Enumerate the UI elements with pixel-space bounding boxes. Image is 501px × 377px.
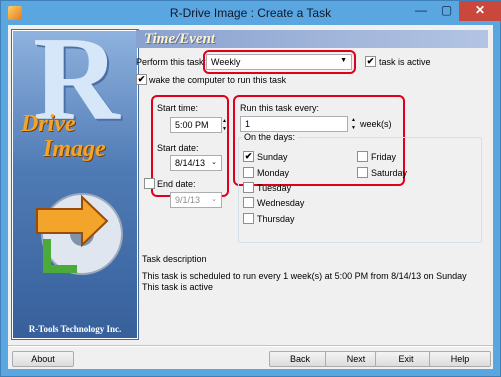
day-label-friday: Friday (371, 152, 397, 162)
description-title: Task description (142, 254, 207, 264)
start-time-label: Start time: (157, 103, 199, 113)
task-wizard-window: R-Drive Image : Create a Task — ▢ ✕ R Dr… (0, 0, 501, 377)
task-active-checkbox[interactable]: ✔ (365, 56, 376, 67)
start-date-label: Start date: (157, 143, 199, 153)
repeat-unit: week(s) (360, 119, 392, 129)
brand-line1: Drive (21, 111, 76, 137)
start-time-value: 5:00 PM (175, 120, 209, 130)
footer-divider (8, 345, 493, 347)
day-checkbox-sunday[interactable]: ✔ (243, 151, 254, 162)
wake-computer-checkbox[interactable]: ✔ (136, 74, 147, 85)
repeat-interval-spinner[interactable]: ▲ ▼ (349, 116, 358, 132)
day-checkbox-thursday[interactable] (243, 213, 254, 224)
day-label-monday: Monday (257, 168, 290, 178)
start-date-picker[interactable]: 8/14/13 ⌄ (170, 155, 222, 171)
wizard-client-area: R Drive Image R-Tools Technology Inc. Ti… (8, 25, 493, 369)
exit-button[interactable]: Exit (375, 351, 437, 367)
day-checkbox-monday[interactable] (243, 167, 254, 178)
maximize-button[interactable]: ▢ (434, 1, 459, 21)
task-description-box: Task description This task is scheduled … (142, 254, 483, 334)
day-label-tuesday: Tuesday (257, 183, 292, 193)
chevron-down-icon: ⌄ (211, 159, 217, 166)
end-date-label: End date: (157, 179, 196, 189)
section-title: Time/Event (144, 31, 216, 47)
repeat-interval-value: 1 (245, 119, 251, 129)
description-line1: This task is scheduled to run every 1 we… (142, 271, 467, 281)
back-button[interactable]: Back (269, 351, 331, 367)
end-date-checkbox[interactable] (144, 178, 155, 189)
branding-panel: R Drive Image R-Tools Technology Inc. (12, 30, 138, 339)
start-date-value: 8/14/13 (175, 158, 206, 168)
spin-up-icon[interactable]: ▲ (349, 116, 358, 124)
minimize-button[interactable]: — (408, 1, 434, 21)
day-checkbox-wednesday[interactable] (243, 197, 254, 208)
day-checkbox-saturday[interactable] (357, 167, 368, 178)
description-line2: This task is active (142, 282, 214, 292)
help-button[interactable]: Help (429, 351, 491, 367)
task-active-label: task is active (379, 57, 431, 67)
perform-label: Perform this task: (136, 57, 207, 67)
company-name: R-Tools Technology Inc. (28, 324, 122, 334)
end-date-picker[interactable]: 9/1/13 ⌄ (170, 192, 222, 208)
disc-arrow-icon (36, 193, 123, 275)
brand-line2: Image (43, 136, 106, 162)
start-time-spinner[interactable]: ▲ ▼ (220, 117, 229, 133)
wake-computer-label: wake the computer to run this task (149, 75, 287, 85)
close-button[interactable]: ✕ (459, 1, 501, 21)
start-time-input[interactable]: 5:00 PM (170, 117, 222, 133)
highlight-perform (203, 50, 356, 74)
day-label-sunday: Sunday (257, 152, 288, 162)
about-button[interactable]: About (12, 351, 74, 367)
spin-down-icon[interactable]: ▼ (349, 124, 358, 132)
section-header: Time/Event (136, 30, 488, 48)
days-group-title: On the days: (242, 132, 298, 142)
spin-up-icon[interactable]: ▲ (220, 117, 229, 125)
end-date-value: 9/1/13 (175, 195, 201, 205)
repeat-label: Run this task every: (240, 103, 320, 113)
chevron-down-icon: ⌄ (211, 196, 217, 203)
spin-down-icon[interactable]: ▼ (220, 125, 229, 133)
repeat-interval-input[interactable]: 1 (240, 116, 348, 132)
day-label-thursday: Thursday (257, 214, 295, 224)
day-checkbox-friday[interactable] (357, 151, 368, 162)
day-label-saturday: Saturday (371, 168, 408, 178)
day-checkbox-tuesday[interactable] (243, 182, 254, 193)
title-bar[interactable]: R-Drive Image : Create a Task — ▢ ✕ (1, 1, 501, 25)
day-label-wednesday: Wednesday (257, 198, 305, 208)
